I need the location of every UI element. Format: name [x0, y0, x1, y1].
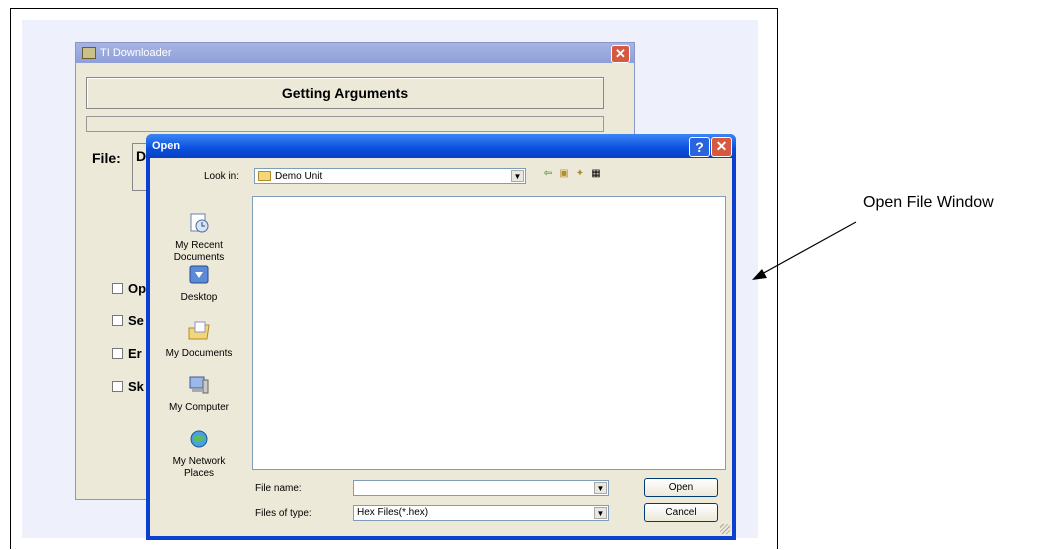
- annotation-arrow: [752, 221, 857, 280]
